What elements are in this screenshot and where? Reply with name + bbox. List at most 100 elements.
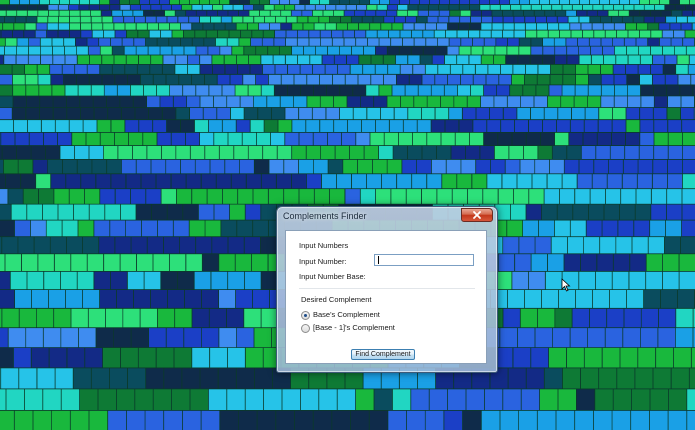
- wallpaper-cell: [143, 85, 157, 96]
- wallpaper-cell: [102, 16, 113, 23]
- wallpaper-cell: [418, 10, 429, 16]
- wallpaper-cell: [187, 64, 200, 74]
- wallpaper-cell: [435, 46, 447, 55]
- wallpaper-cell: [113, 328, 131, 348]
- wallpaper-cell: [160, 96, 173, 108]
- title-bar[interactable]: Complements Finder: [277, 207, 497, 229]
- wallpaper-cell: [688, 64, 695, 74]
- wallpaper-cell: [151, 159, 166, 174]
- wallpaper-cell: [541, 5, 552, 10]
- wallpaper-cell: [174, 347, 192, 368]
- wallpaper-cell: [198, 204, 214, 220]
- wallpaper-cell: [212, 237, 228, 254]
- wallpaper-cell: [587, 10, 598, 16]
- wallpaper-cell: [121, 159, 136, 174]
- wallpaper-cell: [531, 5, 542, 10]
- wallpaper-cell: [463, 64, 475, 74]
- wallpaper-cell: [397, 174, 412, 189]
- complements-finder-window: Complements Finder Input Numbers Input N…: [276, 206, 498, 373]
- wallpaper-cell: [60, 146, 75, 159]
- wallpaper-cell: [242, 132, 256, 146]
- wallpaper-cell: [638, 347, 656, 368]
- wallpaper-cell: [35, 30, 47, 38]
- wallpaper-cell: [69, 10, 80, 16]
- wallpaper-cell: [450, 64, 463, 74]
- wallpaper-cell: [651, 64, 663, 74]
- wallpaper-cell: [689, 368, 695, 389]
- wallpaper-cell: [297, 38, 309, 46]
- wallpaper-cell: [291, 174, 306, 189]
- group-separator: [299, 288, 475, 289]
- wallpaper-cell: [459, 120, 473, 132]
- wallpaper-cell: [384, 74, 396, 85]
- input-number-field[interactable]: [374, 254, 474, 266]
- wallpaper-cell: [16, 55, 28, 64]
- wallpaper-cell: [473, 120, 487, 132]
- wallpaper-cell: [234, 146, 248, 159]
- wallpaper-cell: [542, 55, 555, 64]
- wallpaper-cell: [407, 410, 425, 430]
- wallpaper-cell: [207, 189, 222, 204]
- wallpaper-cell: [166, 74, 179, 85]
- find-complement-button[interactable]: Find Complement: [351, 349, 415, 360]
- wallpaper-cell: [173, 220, 189, 237]
- wallpaper-cell: [388, 64, 400, 74]
- radio-button[interactable]: [301, 311, 310, 320]
- wallpaper-cell: [217, 107, 230, 120]
- wallpaper-cell: [600, 0, 610, 5]
- wallpaper-cell: [666, 16, 677, 23]
- wallpaper-cell: [491, 30, 503, 38]
- wallpaper-cell: [503, 30, 514, 38]
- wallpaper-cell: [379, 146, 393, 159]
- wallpaper-cell: [612, 271, 629, 290]
- wallpaper-cell: [550, 74, 563, 85]
- wallpaper-cell: [521, 96, 534, 108]
- wallpaper-cell: [103, 347, 120, 368]
- wallpaper-cell: [175, 64, 187, 74]
- wallpaper-cell: [343, 30, 354, 38]
- wallpaper-cell: [610, 290, 627, 308]
- wallpaper-cell: [14, 410, 33, 430]
- wallpaper-cell: [406, 189, 422, 204]
- wallpaper-cell: [650, 46, 662, 55]
- input-number-base-field[interactable]: [374, 269, 474, 281]
- wallpaper-cell: [256, 46, 268, 55]
- wallpaper-cell: [114, 23, 125, 30]
- wallpaper-cell: [89, 410, 108, 430]
- wallpaper-cell: [263, 30, 275, 38]
- wallpaper-cell: [639, 30, 651, 38]
- wallpaper-cell: [475, 64, 488, 74]
- wallpaper-cell: [618, 220, 634, 237]
- wallpaper-cell: [437, 189, 452, 204]
- wallpaper-cell: [661, 290, 678, 308]
- wallpaper-cell: [280, 0, 290, 5]
- wallpaper-cell: [392, 85, 405, 96]
- wallpaper-cell: [632, 237, 648, 254]
- wallpaper-cell: [380, 107, 394, 120]
- wallpaper-cell: [192, 5, 202, 10]
- wallpaper-cell: [249, 55, 261, 64]
- wallpaper-cell: [80, 16, 91, 23]
- wallpaper-cell: [236, 120, 250, 132]
- wallpaper-cell: [120, 204, 136, 220]
- radio-button[interactable]: [301, 324, 310, 333]
- wallpaper-cell: [441, 132, 455, 146]
- wallpaper-cell: [481, 16, 492, 23]
- wallpaper-cell: [613, 254, 630, 271]
- wallpaper-cell: [40, 46, 52, 55]
- wallpaper-cell: [224, 55, 236, 64]
- wallpaper-cell: [111, 271, 127, 290]
- wallpaper-cell: [292, 120, 306, 132]
- close-icon: [473, 211, 481, 219]
- wallpaper-cell: [469, 5, 480, 10]
- wallpaper-cell: [654, 146, 668, 159]
- wallpaper-cell: [254, 159, 269, 174]
- close-button[interactable]: [461, 208, 493, 222]
- wallpaper-cell: [465, 146, 480, 159]
- wallpaper-cell: [182, 410, 201, 430]
- wallpaper-cell: [118, 146, 132, 159]
- wallpaper-cell: [307, 74, 320, 85]
- wallpaper-cell: [211, 271, 228, 290]
- input-numbers-group-label: Input Numbers: [299, 241, 349, 250]
- wallpaper-cell: [626, 107, 640, 120]
